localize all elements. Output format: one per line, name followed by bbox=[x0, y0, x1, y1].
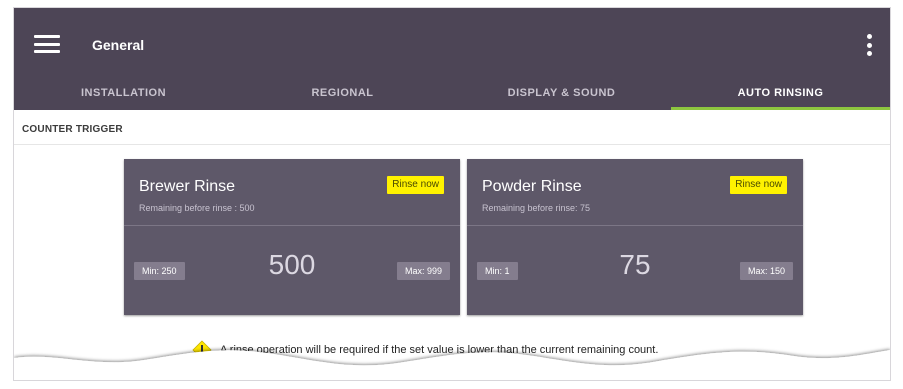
settings-window: General INSTALLATION REGIONAL DISPLAY & … bbox=[14, 8, 890, 380]
torn-edge-decoration bbox=[14, 350, 890, 380]
